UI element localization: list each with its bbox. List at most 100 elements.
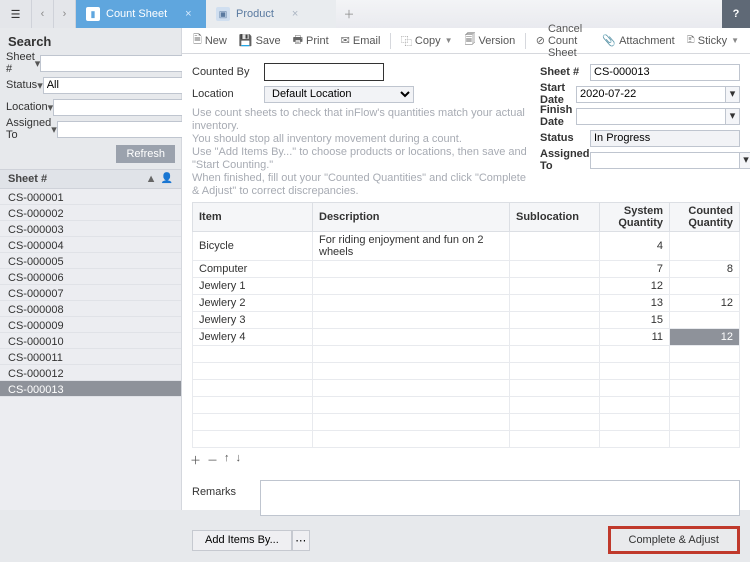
- list-item[interactable]: CS-000002: [0, 205, 181, 221]
- table-row[interactable]: .: [193, 431, 740, 448]
- col-description[interactable]: Description: [313, 203, 510, 232]
- table-row[interactable]: Computer78: [193, 261, 740, 278]
- tab-label: Product: [236, 8, 274, 20]
- save-button[interactable]: 💾Save: [234, 32, 286, 49]
- menu-button[interactable]: ☰: [0, 0, 32, 28]
- version-button[interactable]: 🗐Version: [460, 29, 521, 52]
- table-row[interactable]: BicycleFor riding enjoyment and fun on 2…: [193, 232, 740, 261]
- counted-by-label: Counted By: [192, 66, 264, 78]
- sheet-num-input[interactable]: [590, 64, 740, 81]
- person-icon[interactable]: 👤: [161, 173, 173, 185]
- email-button[interactable]: ✉Email: [336, 32, 386, 49]
- col-counted-qty[interactable]: Counted Quantity: [670, 203, 740, 232]
- list-item[interactable]: CS-000011: [0, 349, 181, 365]
- remarks-input[interactable]: [260, 480, 740, 516]
- move-down-icon[interactable]: ↓: [236, 452, 242, 468]
- assigned-to-input[interactable]: [590, 152, 740, 169]
- sort-icon[interactable]: ▲: [146, 173, 157, 185]
- help-button[interactable]: ?: [722, 0, 750, 28]
- list-item[interactable]: CS-000005: [0, 253, 181, 269]
- nav-forward-button[interactable]: ›: [54, 0, 76, 28]
- remove-row-icon[interactable]: －: [207, 452, 218, 468]
- paperclip-icon: 📎: [602, 34, 616, 47]
- counted-by-input[interactable]: [264, 63, 384, 81]
- attachment-button[interactable]: 📎Attachment: [597, 32, 679, 49]
- finish-date-label: Finish Date: [540, 104, 576, 128]
- filter-status-input[interactable]: [43, 77, 193, 94]
- chevron-down-icon[interactable]: ▾: [740, 152, 750, 169]
- location-select[interactable]: Default Location: [264, 86, 414, 103]
- location-label: Location: [192, 88, 264, 100]
- col-system-qty[interactable]: System Quantity: [600, 203, 670, 232]
- list-header[interactable]: Sheet # ▲ 👤: [0, 169, 181, 189]
- tab-product[interactable]: ▣ Product ×: [206, 0, 336, 28]
- grid-tools: ＋ － ↑ ↓: [182, 448, 750, 472]
- sticky-button[interactable]: 🗈Sticky▼: [682, 29, 744, 52]
- table-row[interactable]: .: [193, 414, 740, 431]
- print-button[interactable]: 🖶Print: [288, 29, 334, 52]
- copy-button[interactable]: ⿻Copy▼: [396, 31, 458, 51]
- chevron-down-icon[interactable]: ▾: [726, 86, 740, 103]
- list-item[interactable]: CS-000007: [0, 285, 181, 301]
- col-item[interactable]: Item: [193, 203, 313, 232]
- copy-icon: ⿻: [401, 33, 412, 49]
- assigned-to-label: Assigned To: [540, 148, 590, 172]
- chevron-down-icon[interactable]: ▾: [726, 108, 740, 125]
- filter-sheet-input[interactable]: [40, 55, 190, 72]
- filter-location-input[interactable]: [53, 99, 203, 116]
- close-icon[interactable]: ×: [292, 8, 298, 20]
- add-items-button[interactable]: Add Items By...: [192, 530, 292, 551]
- list-item[interactable]: CS-000006: [0, 269, 181, 285]
- list-item[interactable]: CS-000013: [0, 381, 181, 397]
- new-button[interactable]: 🗎New: [188, 29, 232, 52]
- add-row-icon[interactable]: ＋: [190, 452, 201, 468]
- list-header-label: Sheet #: [8, 173, 47, 185]
- table-row[interactable]: Jewlery 41112: [193, 329, 740, 346]
- add-tab-button[interactable]: ＋: [336, 0, 362, 28]
- nav-back-button[interactable]: ‹: [32, 0, 54, 28]
- complete-adjust-button[interactable]: Complete & Adjust: [608, 526, 741, 554]
- start-date-input[interactable]: [576, 86, 726, 103]
- chevron-down-icon[interactable]: ▼: [445, 36, 453, 45]
- table-row[interactable]: Jewlery 315: [193, 312, 740, 329]
- list-item[interactable]: CS-000012: [0, 365, 181, 381]
- col-sublocation[interactable]: Sublocation: [510, 203, 600, 232]
- add-items-dropdown[interactable]: ⋯: [292, 530, 310, 551]
- product-icon: ▣: [216, 7, 230, 21]
- move-up-icon[interactable]: ↑: [224, 452, 230, 468]
- topbar: ☰ ‹ › ▮ Count Sheet × ▣ Product × ＋ ?: [0, 0, 750, 28]
- note-icon: 🗈: [687, 31, 695, 50]
- table-row[interactable]: .: [193, 363, 740, 380]
- status-field: [590, 130, 740, 147]
- finish-date-input[interactable]: [576, 108, 726, 125]
- filter-sheet-label: Sheet #: [6, 51, 35, 75]
- filter-status-label: Status: [6, 79, 37, 91]
- refresh-button[interactable]: Refresh: [116, 145, 175, 163]
- list-item[interactable]: CS-000010: [0, 333, 181, 349]
- list-item[interactable]: CS-000008: [0, 301, 181, 317]
- filter-assigned-label: Assigned To: [6, 117, 51, 141]
- chevron-down-icon[interactable]: ▼: [731, 36, 739, 45]
- sidebar-title: Search: [0, 28, 181, 53]
- items-grid[interactable]: Item Description Sublocation System Quan…: [192, 202, 740, 448]
- list-item[interactable]: CS-000003: [0, 221, 181, 237]
- tab-count-sheet[interactable]: ▮ Count Sheet ×: [76, 0, 206, 28]
- filter-location-label: Location: [6, 101, 48, 113]
- table-row[interactable]: .: [193, 380, 740, 397]
- sidebar: Search Sheet # ▾ Status ▾ Location ▾ Ass…: [0, 28, 182, 510]
- start-date-label: Start Date: [540, 82, 576, 106]
- table-row[interactable]: Jewlery 112: [193, 278, 740, 295]
- page-icon: 🗎: [193, 31, 202, 50]
- disk-icon: 💾: [239, 34, 253, 47]
- list-item[interactable]: CS-000009: [0, 317, 181, 333]
- sheet-list: CS-000001CS-000002CS-000003CS-000004CS-0…: [0, 189, 181, 510]
- list-item[interactable]: CS-000004: [0, 237, 181, 253]
- remarks-label: Remarks: [192, 480, 252, 498]
- table-row[interactable]: .: [193, 397, 740, 414]
- mail-icon: ✉: [341, 34, 350, 47]
- close-icon[interactable]: ×: [185, 8, 191, 20]
- list-item[interactable]: CS-000001: [0, 189, 181, 205]
- table-row[interactable]: Jewlery 21312: [193, 295, 740, 312]
- table-row[interactable]: .: [193, 346, 740, 363]
- tab-label: Count Sheet: [106, 8, 167, 20]
